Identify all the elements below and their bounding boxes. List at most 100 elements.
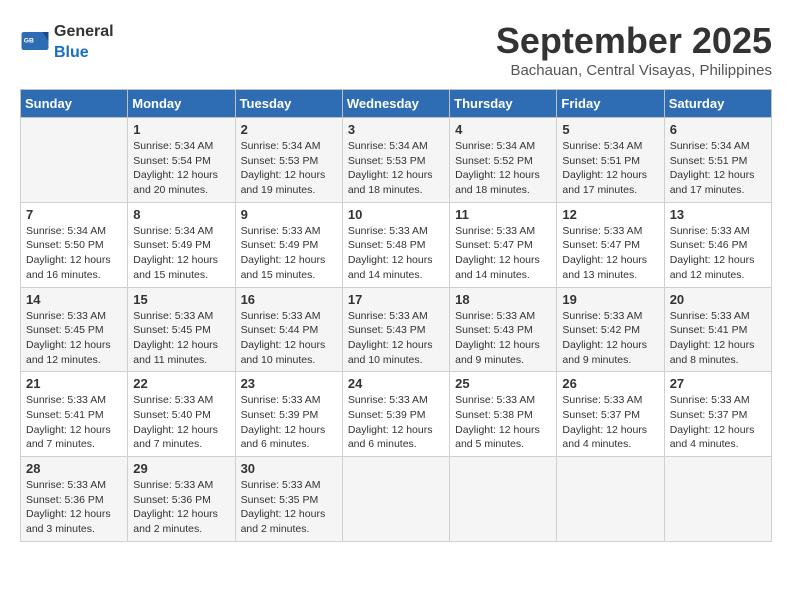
day-number: 21 [26,376,122,391]
calendar-cell: 21 Sunrise: 5:33 AM Sunset: 5:41 PM Dayli… [21,372,128,457]
day-info: Sunrise: 5:33 AM Sunset: 5:43 PM Dayligh… [348,309,444,368]
calendar-cell [664,457,771,542]
day-number: 23 [241,376,337,391]
location-title: Bachauan, Central Visayas, Philippines [496,62,772,79]
calendar-week-5: 28Sunrise: 5:33 AM Sunset: 5:36 PM Dayli… [21,457,772,542]
day-info: Sunrise: 5:33 AM Sunset: 5:36 PM Dayligh… [26,478,122,537]
day-info: Sunrise: 5:33 AM Sunset: 5:35 PM Dayligh… [241,478,337,537]
calendar-cell: 12 Sunrise: 5:33 AM Sunset: 5:47 PM Dayli… [557,202,664,287]
calendar-cell: 17 Sunrise: 5:33 AM Sunset: 5:43 PM Dayli… [342,287,449,372]
day-info: Sunrise: 5:33 AM Sunset: 5:36 PM Dayligh… [133,478,229,537]
calendar-cell: 22Sunrise: 5:33 AM Sunset: 5:40 PM Dayli… [128,372,235,457]
calendar-cell: 8Sunrise: 5:34 AM Sunset: 5:49 PM Daylig… [128,202,235,287]
month-title: September 2025 [496,20,772,62]
day-number: 13 [670,207,766,222]
header-sunday: Sunday [21,90,128,118]
day-info: Sunrise: 5:34 AM Sunset: 5:54 PM Dayligh… [133,139,229,198]
day-number: 10 [348,207,444,222]
day-info: Sunrise: 5:33 AM Sunset: 5:41 PM Dayligh… [26,393,122,452]
calendar-cell: 10 Sunrise: 5:33 AM Sunset: 5:48 PM Dayli… [342,202,449,287]
calendar-cell: 4Sunrise: 5:34 AM Sunset: 5:52 PM Daylig… [450,118,557,203]
day-number: 7 [26,207,122,222]
calendar-table: SundayMondayTuesdayWednesdayThursdayFrid… [20,89,772,542]
calendar-cell [21,118,128,203]
logo-blue-text: Blue [54,44,89,61]
day-number: 25 [455,376,551,391]
header-monday: Monday [128,90,235,118]
day-info: Sunrise: 5:33 AM Sunset: 5:47 PM Dayligh… [562,224,658,283]
calendar-week-4: 21 Sunrise: 5:33 AM Sunset: 5:41 PM Dayli… [21,372,772,457]
calendar-cell: 25 Sunrise: 5:33 AM Sunset: 5:38 PM Dayli… [450,372,557,457]
calendar-cell: 13Sunrise: 5:33 AM Sunset: 5:46 PM Dayli… [664,202,771,287]
day-number: 30 [241,461,337,476]
logo-general-text: General [54,23,114,40]
day-number: 26 [562,376,658,391]
day-info: Sunrise: 5:33 AM Sunset: 5:47 PM Dayligh… [455,224,551,283]
calendar-cell: 26 Sunrise: 5:33 AM Sunset: 5:37 PM Dayli… [557,372,664,457]
calendar-cell: 15 Sunrise: 5:33 AM Sunset: 5:45 PM Dayli… [128,287,235,372]
day-info: Sunrise: 5:33 AM Sunset: 5:38 PM Dayligh… [455,393,551,452]
day-info: Sunrise: 5:33 AM Sunset: 5:39 PM Dayligh… [241,393,337,452]
day-info: Sunrise: 5:33 AM Sunset: 5:48 PM Dayligh… [348,224,444,283]
day-number: 19 [562,292,658,307]
day-info: Sunrise: 5:34 AM Sunset: 5:50 PM Dayligh… [26,224,122,283]
day-number: 14 [26,292,122,307]
day-info: Sunrise: 5:33 AM Sunset: 5:41 PM Dayligh… [670,309,766,368]
day-number: 12 [562,207,658,222]
day-info: Sunrise: 5:33 AM Sunset: 5:42 PM Dayligh… [562,309,658,368]
calendar-cell: 24Sunrise: 5:33 AM Sunset: 5:39 PM Dayli… [342,372,449,457]
day-info: Sunrise: 5:34 AM Sunset: 5:51 PM Dayligh… [670,139,766,198]
calendar-cell: 5 Sunrise: 5:34 AM Sunset: 5:51 PM Daylig… [557,118,664,203]
calendar-cell [557,457,664,542]
day-info: Sunrise: 5:34 AM Sunset: 5:53 PM Dayligh… [241,139,337,198]
header-wednesday: Wednesday [342,90,449,118]
day-info: Sunrise: 5:33 AM Sunset: 5:45 PM Dayligh… [133,309,229,368]
calendar-cell [450,457,557,542]
day-number: 2 [241,122,337,137]
calendar-cell: 9Sunrise: 5:33 AM Sunset: 5:49 PM Daylig… [235,202,342,287]
calendar-cell: 3 Sunrise: 5:34 AM Sunset: 5:53 PM Daylig… [342,118,449,203]
calendar-cell: 2 Sunrise: 5:34 AM Sunset: 5:53 PM Daylig… [235,118,342,203]
calendar-cell: 29Sunrise: 5:33 AM Sunset: 5:36 PM Dayli… [128,457,235,542]
day-info: Sunrise: 5:33 AM Sunset: 5:40 PM Dayligh… [133,393,229,452]
day-info: Sunrise: 5:33 AM Sunset: 5:43 PM Dayligh… [455,309,551,368]
header-thursday: Thursday [450,90,557,118]
day-number: 8 [133,207,229,222]
calendar-cell: 27 Sunrise: 5:33 AM Sunset: 5:37 PM Dayli… [664,372,771,457]
day-number: 18 [455,292,551,307]
calendar-week-1: 1 Sunrise: 5:34 AM Sunset: 5:54 PM Daylig… [21,118,772,203]
day-number: 27 [670,376,766,391]
header-saturday: Saturday [664,90,771,118]
day-number: 15 [133,292,229,307]
day-number: 4 [455,122,551,137]
day-info: Sunrise: 5:33 AM Sunset: 5:45 PM Dayligh… [26,309,122,368]
day-info: Sunrise: 5:33 AM Sunset: 5:49 PM Dayligh… [241,224,337,283]
day-info: Sunrise: 5:34 AM Sunset: 5:51 PM Dayligh… [562,139,658,198]
day-info: Sunrise: 5:33 AM Sunset: 5:44 PM Dayligh… [241,309,337,368]
header: GB General Blue September 2025 Bachauan,… [20,20,772,79]
title-area: September 2025 Bachauan, Central Visayas… [496,20,772,79]
calendar-week-3: 14 Sunrise: 5:33 AM Sunset: 5:45 PM Dayli… [21,287,772,372]
day-number: 3 [348,122,444,137]
day-info: Sunrise: 5:33 AM Sunset: 5:37 PM Dayligh… [670,393,766,452]
day-number: 5 [562,122,658,137]
calendar-cell: 14 Sunrise: 5:33 AM Sunset: 5:45 PM Dayli… [21,287,128,372]
day-info: Sunrise: 5:34 AM Sunset: 5:53 PM Dayligh… [348,139,444,198]
calendar-cell: 6 Sunrise: 5:34 AM Sunset: 5:51 PM Daylig… [664,118,771,203]
day-number: 16 [241,292,337,307]
calendar-cell: 23 Sunrise: 5:33 AM Sunset: 5:39 PM Dayli… [235,372,342,457]
calendar-cell: 1 Sunrise: 5:34 AM Sunset: 5:54 PM Daylig… [128,118,235,203]
calendar-cell [342,457,449,542]
calendar-week-2: 7 Sunrise: 5:34 AM Sunset: 5:50 PM Daylig… [21,202,772,287]
day-number: 1 [133,122,229,137]
day-info: Sunrise: 5:33 AM Sunset: 5:37 PM Dayligh… [562,393,658,452]
day-number: 17 [348,292,444,307]
calendar-cell: 20Sunrise: 5:33 AM Sunset: 5:41 PM Dayli… [664,287,771,372]
calendar-header-row: SundayMondayTuesdayWednesdayThursdayFrid… [21,90,772,118]
day-number: 6 [670,122,766,137]
logo-icon: GB [20,26,50,56]
calendar-cell: 11 Sunrise: 5:33 AM Sunset: 5:47 PM Dayli… [450,202,557,287]
calendar-cell: 28Sunrise: 5:33 AM Sunset: 5:36 PM Dayli… [21,457,128,542]
day-number: 24 [348,376,444,391]
day-number: 11 [455,207,551,222]
